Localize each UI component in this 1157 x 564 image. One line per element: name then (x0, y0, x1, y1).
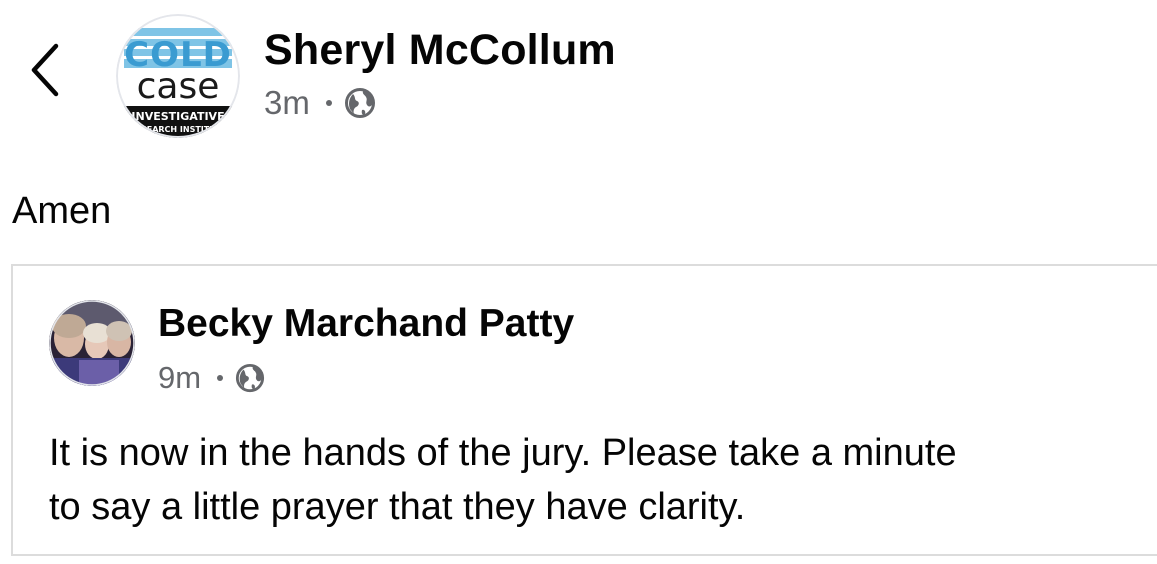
cold-case-logo: COLD case INVESTIGATIVE RESEARCH INSTITU… (116, 14, 240, 138)
shared-post-text: It is now in the hands of the jury. Plea… (49, 426, 1157, 534)
shared-post-text-line: It is now in the hands of the jury. Plea… (49, 432, 957, 474)
shared-post-card[interactable]: Becky Marchand Patty 9m It is now in the… (11, 264, 1157, 556)
shared-post-timestamp[interactable]: 9m (158, 360, 201, 396)
post-author-name[interactable]: Sheryl McCollum (264, 26, 616, 75)
chevron-left-icon (28, 40, 62, 105)
post-text: Amen (12, 190, 112, 232)
shared-author-name[interactable]: Becky Marchand Patty (158, 302, 574, 346)
logo-line-investigative: INVESTIGATIVE (131, 110, 224, 123)
post-timestamp[interactable]: 3m (264, 84, 310, 122)
globe-icon (235, 363, 265, 393)
separator-dot (325, 100, 332, 106)
back-button[interactable] (22, 40, 68, 104)
post-meta: 3m (264, 84, 376, 122)
shared-post-text-line: to say a little prayer that they have cl… (49, 486, 746, 528)
shared-author-avatar[interactable] (49, 300, 135, 386)
page-avatar[interactable]: COLD case INVESTIGATIVE RESEARCH INSTITU… (116, 14, 240, 138)
logo-word-case: case (137, 66, 220, 107)
separator-dot (217, 375, 224, 381)
profile-photo (49, 300, 135, 386)
globe-icon (344, 87, 376, 119)
shared-post-meta: 9m (158, 360, 265, 396)
